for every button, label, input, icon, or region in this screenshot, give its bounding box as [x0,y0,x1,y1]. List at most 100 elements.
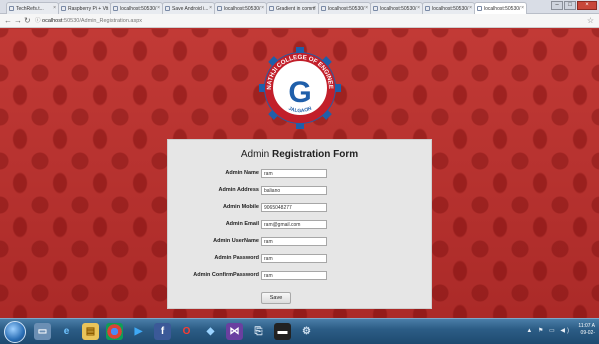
browser-tab[interactable]: localhost:50530/× [370,2,423,14]
admin-email-label: Admin Email [225,221,259,227]
url-path: :50530/Admin_Registration.aspx [62,18,143,24]
form-title-prefix: Admin [240,149,270,160]
close-tab-icon[interactable]: × [105,5,108,11]
admin-username-input[interactable] [261,237,327,246]
close-tab-icon[interactable]: × [53,5,56,11]
minimize-icon[interactable]: – [551,1,563,10]
admin-address-input[interactable] [261,186,327,195]
admin-address-label: Admin Address [218,187,259,193]
taskbar: ▭ e ▤ ▶ f O ◆ ⋈ ⎘ ▬ ⚙ ▲ ⚑ ▭ ◀) 11:07 A 0… [0,318,599,344]
admin-name-input[interactable] [261,169,327,178]
facebook-icon[interactable]: f [154,323,171,340]
registration-form: Admin Registration Form Admin Name Admin… [167,139,432,309]
form-row-password: Admin Password [168,254,431,264]
page-icon [373,6,378,11]
visual-studio-icon[interactable]: ⋈ [226,323,243,340]
network-icon[interactable]: ⎘ [250,323,267,340]
tab-label: localhost:50530/ [380,6,417,12]
browser-tab[interactable]: Gradient in comm × [266,2,319,14]
admin-mobile-input[interactable] [261,203,327,212]
chrome-icon[interactable] [106,323,123,340]
browser-tab[interactable]: localhost:50530/× [214,2,267,14]
maximize-icon[interactable]: □ [564,1,576,10]
browser-tab[interactable]: localhost:50530/× [422,2,475,14]
page-icon [425,6,430,11]
close-tab-icon[interactable]: × [521,5,524,11]
tab-label: Gradient in comm [276,6,316,12]
url-host: ocalhost [42,18,63,24]
tab-label: localhost:50530/ [484,6,521,12]
tab-label: TechRefs.t... [16,6,44,12]
close-tab-icon[interactable]: × [469,5,472,11]
clock[interactable]: 11:07 A 09-02- [578,323,595,337]
bookmark-star-icon[interactable]: ☆ [587,16,594,25]
admin-password-input[interactable] [261,254,327,263]
opera-icon[interactable]: O [178,323,195,340]
page-icon [113,6,118,11]
college-logo: SHRINATHJI COLLEGE OF ENGINEERING G JALG… [259,47,341,129]
form-title-main: Registration Form [272,149,359,160]
url-field[interactable]: ⓘ ocalhost:50530/Admin_Registration.aspx [35,16,575,26]
command-prompt-icon[interactable]: ▬ [274,323,291,340]
page-icon [217,6,222,11]
admin-confirm-password-label: Admin ConfirmPassword [193,272,259,278]
form-row-email: Admin Email [168,220,431,230]
form-row-address: Admin Address [168,186,431,196]
close-tab-icon[interactable]: × [313,5,316,11]
back-arrow-icon[interactable]: ← [4,16,12,25]
clock-time: 11:07 A [578,323,595,329]
settings-icon[interactable]: ⚙ [298,323,315,340]
browser-tab[interactable]: localhost:50530/× [110,2,163,14]
admin-password-label: Admin Password [214,255,259,261]
page-icon [61,6,66,11]
form-title: Admin Registration Form [168,149,431,160]
address-bar: ← → ↻ ⓘ ocalhost:50530/Admin_Registratio… [0,14,599,28]
page-icon [321,6,326,11]
reload-icon[interactable]: ↻ [24,16,31,25]
close-tab-icon[interactable]: × [417,5,420,11]
media-player-icon[interactable]: ▶ [130,323,147,340]
close-tab-icon[interactable]: × [157,5,160,11]
folder-icon[interactable]: ▤ [82,323,99,340]
browser-tab[interactable]: localhost:50530/× [318,2,371,14]
tab-label: Save Android i... [172,6,209,12]
admin-username-label: Admin UserName [213,238,259,244]
save-button[interactable]: Save [261,292,291,304]
info-icon[interactable]: ⓘ [35,18,42,24]
admin-email-input[interactable] [261,220,327,229]
page-background: SHRINATHJI COLLEGE OF ENGINEERING G JALG… [0,29,599,318]
tab-label: Raspberry Pi + Vs [68,6,109,12]
page-icon [165,6,170,11]
tab-label: localhost:50530/ [224,6,261,12]
tab-label: localhost:50530/ [120,6,157,12]
forward-arrow-icon[interactable]: → [14,16,22,25]
window-controls: – □ × [550,1,597,11]
tab-strip: TechRefs.t... × Raspberry Pi + Vs × localh… [0,0,599,15]
tab-label: localhost:50530/ [432,6,469,12]
page-icon [269,6,274,11]
close-tab-icon[interactable]: × [365,5,368,11]
page-icon [9,6,14,11]
form-row-username: Admin UserName [168,237,431,247]
tab-label: localhost:50530/ [328,6,365,12]
browser-tab[interactable]: TechRefs.t... × [6,2,59,14]
page-icon [477,6,482,11]
form-row-confirm-password: Admin ConfirmPassword [168,271,431,281]
system-tray-icons[interactable]: ▲ ⚑ ▭ ◀) [526,327,571,334]
browser-tab[interactable]: Save Android i... × [162,2,215,14]
form-row-name: Admin Name [168,169,431,179]
clock-date: 09-02- [580,330,595,336]
admin-mobile-label: Admin Mobile [222,204,259,210]
logo-letter: G [288,76,311,109]
admin-name-label: Admin Name [225,170,259,176]
close-window-icon[interactable]: × [577,1,597,10]
internet-explorer-icon[interactable]: e [58,323,75,340]
browser-tab[interactable]: Raspberry Pi + Vs × [58,2,111,14]
vlc-icon[interactable]: ◆ [202,323,219,340]
start-button[interactable] [4,321,26,343]
close-tab-icon[interactable]: × [261,5,264,11]
desktop-icon[interactable]: ▭ [34,323,51,340]
form-row-mobile: Admin Mobile [168,203,431,213]
close-tab-icon[interactable]: × [209,5,212,11]
admin-confirm-password-input[interactable] [261,271,327,280]
